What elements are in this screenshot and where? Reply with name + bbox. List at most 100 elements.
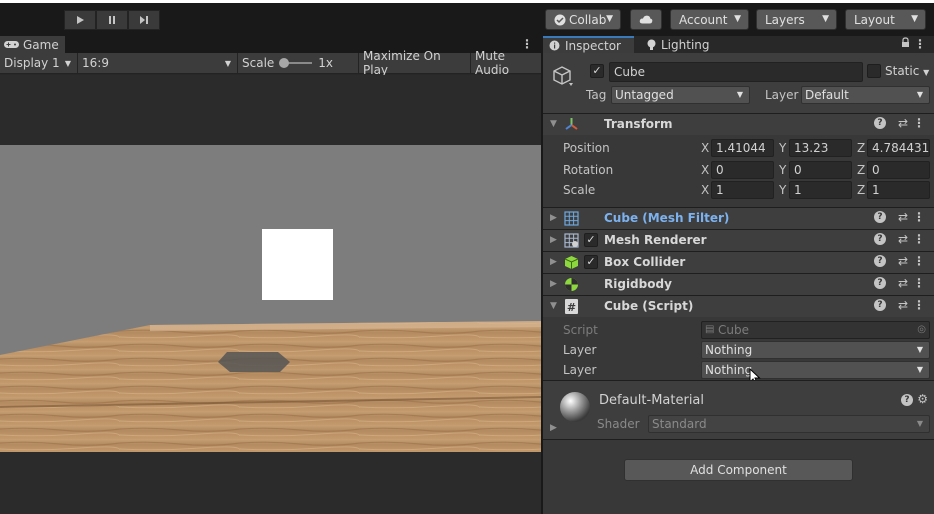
- scale-slider-thumb[interactable]: [279, 58, 290, 68]
- mesh-filter-header[interactable]: ▶ Cube (Mesh Filter) ? ⇄ ⋮: [543, 207, 934, 229]
- display-label: Display 1: [4, 56, 60, 70]
- display-dropdown[interactable]: Display 1 ▼: [0, 52, 78, 74]
- tag-value: Untagged: [615, 88, 674, 102]
- scale-slider-group: Scale 1x: [238, 52, 359, 74]
- expand-arrow-icon[interactable]: ▼: [550, 301, 557, 311]
- scale-x-field[interactable]: 1: [711, 181, 774, 199]
- scale-z-field[interactable]: 1: [867, 181, 930, 199]
- game-viewport[interactable]: [0, 75, 541, 514]
- help-icon[interactable]: ?: [874, 233, 886, 245]
- expand-arrow-icon[interactable]: ▶: [550, 257, 557, 267]
- cube-script-header[interactable]: ▼ # Cube (Script) ? ⇄ ⋮: [543, 295, 934, 317]
- help-icon[interactable]: ?: [874, 277, 886, 289]
- layer-mask-dropdown-2[interactable]: Nothing ▼: [701, 361, 930, 379]
- axis-y-label: Y: [779, 141, 787, 155]
- preset-icon[interactable]: ⇄: [898, 276, 908, 290]
- axis-x-label: X: [701, 141, 710, 155]
- position-z-field[interactable]: 4.784431: [867, 139, 930, 157]
- position-y-field[interactable]: 13.23: [789, 139, 852, 157]
- static-text: Static: [885, 64, 920, 78]
- tab-lighting[interactable]: Lighting: [641, 36, 716, 53]
- mesh-renderer-enabled-checkbox[interactable]: ✓: [584, 233, 598, 247]
- lock-icon[interactable]: [901, 37, 910, 51]
- object-header: ✓ Cube Static ▼ Tag Untagged ▼ Layer Def…: [543, 53, 934, 115]
- expand-arrow-icon[interactable]: ▼: [550, 119, 557, 129]
- position-x-field[interactable]: 1.41044: [711, 139, 774, 157]
- gear-icon[interactable]: ⚙: [917, 392, 928, 406]
- add-component-button[interactable]: Add Component: [624, 459, 853, 481]
- layer-dropdown[interactable]: Default ▼: [801, 86, 930, 104]
- static-label[interactable]: Static ▼: [885, 64, 929, 78]
- game-panel: Game ⋮ Display 1 ▼ 16:9 ▼ Scale 1x Maxim…: [0, 36, 541, 514]
- scale-y-field[interactable]: 1: [789, 181, 852, 199]
- help-icon[interactable]: ?: [901, 394, 913, 406]
- layout-dropdown[interactable]: Layout ▼: [845, 9, 926, 30]
- expand-arrow-icon[interactable]: ▶: [550, 279, 557, 289]
- collab-check-icon: [554, 14, 566, 25]
- tab-inspector[interactable]: Inspector: [543, 36, 634, 53]
- account-dropdown[interactable]: Account ▼: [670, 9, 749, 30]
- inspector-panel: Inspector Lighting ⋮ ✓ Cube Static ▼ Tag…: [543, 36, 934, 514]
- step-icon: [140, 16, 148, 24]
- mute-audio-toggle[interactable]: Mute Audio: [471, 49, 541, 77]
- kebab-menu-icon[interactable]: ⋮: [914, 37, 926, 51]
- mesh-renderer-header[interactable]: ▶ ✓ Mesh Renderer ? ⇄ ⋮: [543, 229, 934, 251]
- static-checkbox[interactable]: [867, 64, 881, 78]
- expand-arrow-icon[interactable]: ▶: [550, 423, 557, 433]
- preset-icon[interactable]: ⇄: [898, 298, 908, 312]
- help-icon[interactable]: ?: [874, 255, 886, 267]
- active-checkbox[interactable]: ✓: [590, 64, 604, 78]
- rigidbody-header[interactable]: ▶ Rigidbody ? ⇄ ⋮: [543, 273, 934, 295]
- aspect-dropdown[interactable]: 16:9 ▼: [78, 52, 238, 74]
- mesh-renderer-title: Mesh Renderer: [604, 233, 707, 247]
- scale-slider[interactable]: [279, 58, 313, 68]
- tag-dropdown[interactable]: Untagged ▼: [611, 86, 750, 104]
- expand-arrow-icon[interactable]: ▶: [550, 213, 557, 223]
- collab-button[interactable]: Collab ▼: [545, 9, 621, 30]
- cloud-button[interactable]: [630, 9, 662, 30]
- inspector-tab-label: Inspector: [565, 38, 621, 53]
- expand-arrow-icon[interactable]: ▶: [550, 235, 557, 245]
- tab-game[interactable]: Game: [0, 36, 65, 53]
- preset-icon[interactable]: ⇄: [898, 116, 908, 130]
- layout-label: Layout: [854, 12, 895, 27]
- script-file-icon: ▤: [705, 324, 715, 335]
- rigidbody-title: Rigidbody: [604, 277, 672, 291]
- step-button[interactable]: [128, 10, 160, 30]
- play-button[interactable]: [64, 10, 96, 30]
- layer-mask-dropdown-1[interactable]: Nothing ▼: [701, 341, 930, 359]
- maximize-on-play-toggle[interactable]: Maximize On Play: [359, 49, 471, 77]
- shader-dropdown[interactable]: Standard ▼: [648, 415, 930, 433]
- game-tab-label: Game: [23, 37, 59, 52]
- box-collider-header[interactable]: ▶ ✓ Box Collider ? ⇄ ⋮: [543, 251, 934, 273]
- preset-icon[interactable]: ⇄: [898, 210, 908, 224]
- kebab-menu-icon[interactable]: ⋮: [913, 116, 925, 130]
- kebab-menu-icon[interactable]: ⋮: [913, 254, 925, 268]
- layer-label: Layer: [765, 88, 799, 102]
- transform-icon: [565, 118, 578, 130]
- inspector-tab-strip: Inspector Lighting ⋮: [543, 36, 934, 53]
- material-name: Default-Material: [599, 393, 705, 408]
- help-icon[interactable]: ?: [874, 117, 886, 129]
- preset-icon[interactable]: ⇄: [898, 232, 908, 246]
- tag-label: Tag: [586, 88, 607, 102]
- axis-x-label: X: [701, 163, 710, 177]
- help-icon[interactable]: ?: [874, 299, 886, 311]
- rotation-y-field[interactable]: 0: [789, 161, 852, 179]
- transform-header[interactable]: ▼ Transform ? ⇄ ⋮: [543, 113, 934, 135]
- kebab-menu-icon[interactable]: ⋮: [913, 232, 925, 246]
- pause-button[interactable]: [96, 10, 128, 30]
- rotation-x-field[interactable]: 0: [711, 161, 774, 179]
- kebab-menu-icon[interactable]: ⋮: [913, 210, 925, 224]
- layers-dropdown[interactable]: Layers ▼: [756, 9, 837, 30]
- kebab-menu-icon[interactable]: ⋮: [913, 276, 925, 290]
- scale-label: Scale: [242, 56, 275, 70]
- script-value: Cube: [718, 323, 749, 337]
- box-collider-enabled-checkbox[interactable]: ✓: [584, 255, 598, 269]
- kebab-menu-icon[interactable]: ⋮: [913, 298, 925, 312]
- transform-title: Transform: [604, 117, 673, 131]
- object-name-input[interactable]: Cube: [609, 62, 863, 82]
- help-icon[interactable]: ?: [874, 211, 886, 223]
- rotation-z-field[interactable]: 0: [867, 161, 930, 179]
- preset-icon[interactable]: ⇄: [898, 254, 908, 268]
